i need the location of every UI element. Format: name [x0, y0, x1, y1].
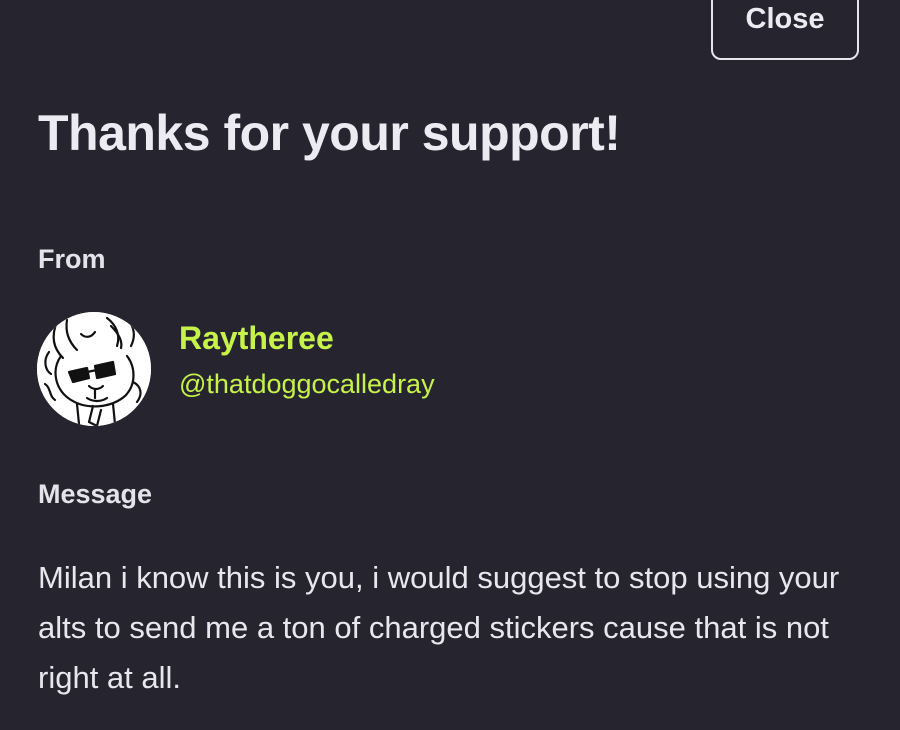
- dog-sketch-avatar-icon: [37, 312, 151, 426]
- page-title: Thanks for your support!: [38, 105, 621, 161]
- avatar[interactable]: [37, 312, 151, 426]
- message-body: Milan i know this is you, i would sugges…: [38, 560, 840, 695]
- message-label: Message: [38, 479, 153, 509]
- close-button[interactable]: Close: [711, 0, 859, 60]
- from-label: From: [38, 244, 106, 274]
- sender-handle[interactable]: @thatdoggocalledray: [179, 369, 435, 400]
- sender-name[interactable]: Raytheree: [179, 320, 334, 357]
